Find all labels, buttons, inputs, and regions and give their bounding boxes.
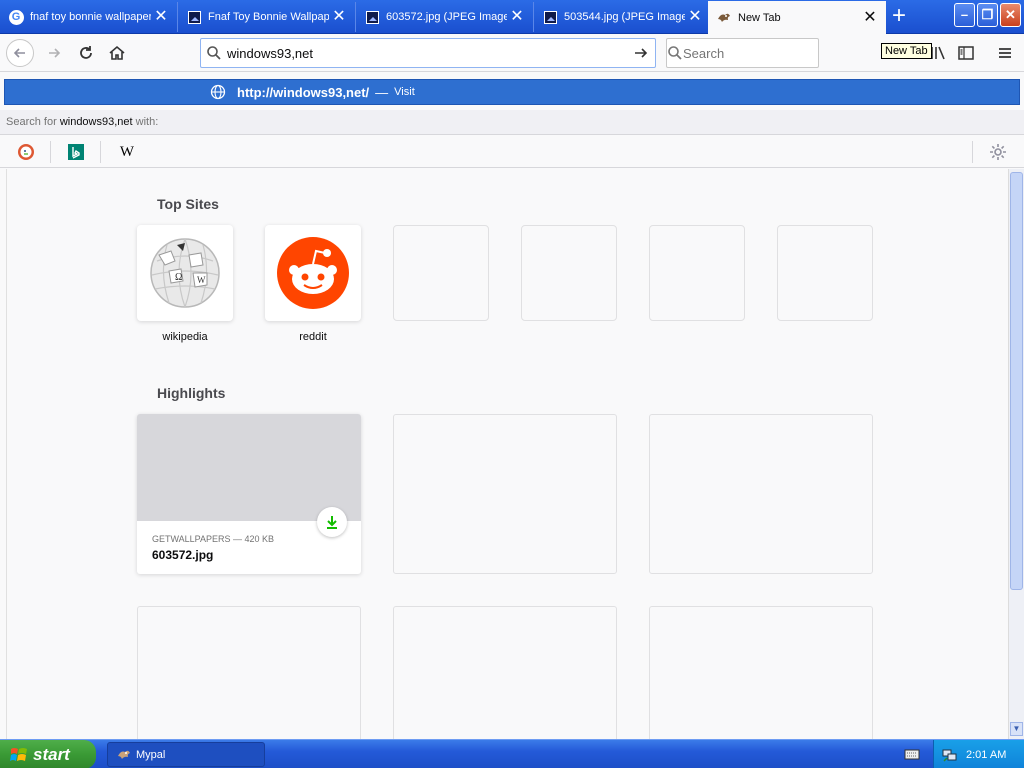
tab-strip: G fnaf toy bonnie wallpaper ✕ Fnaf Toy B… [0, 0, 1024, 34]
mypal-icon [716, 10, 732, 26]
taskbar-item-mypal[interactable]: Mypal [107, 742, 265, 767]
keyboard-icon[interactable] [904, 746, 920, 762]
clock[interactable]: 2:01 AM [966, 749, 1006, 761]
url-suggestion-row[interactable]: http://windows93,net/ — Visit [4, 79, 1020, 105]
search-input[interactable] [683, 45, 859, 61]
reload-button[interactable] [72, 39, 100, 67]
search-for-header: Search for windows93,net with: [0, 110, 1024, 135]
image-icon [364, 9, 380, 25]
arrow-left-icon [13, 48, 25, 58]
google-icon: G [8, 9, 24, 25]
highlight-source: GETWALLPAPERS — 420 KB [152, 534, 275, 544]
navigation-toolbar [0, 34, 1024, 72]
highlights-title: Highlights [157, 385, 226, 401]
tab-image-603572[interactable]: 603572.jpg (JPEG Image ✕ [356, 2, 534, 32]
suggestion-action: Visit [394, 86, 415, 98]
image-icon [186, 9, 202, 25]
one-off-search-engines: W [0, 136, 1024, 168]
top-site-tile-empty[interactable] [521, 225, 617, 321]
forward-button[interactable] [40, 39, 68, 67]
highlight-card[interactable]: GETWALLPAPERS — 420 KB 603572.jpg [137, 414, 361, 574]
highlight-card-empty[interactable] [393, 414, 617, 574]
engine-divider [50, 141, 51, 163]
close-icon[interactable]: ✕ [329, 7, 349, 27]
search-for-query: windows93,net [59, 116, 133, 128]
svg-text:W: W [197, 275, 206, 285]
system-tray: 2:01 AM [933, 740, 1024, 768]
browser-window: G fnaf toy bonnie wallpaper ✕ Fnaf Toy B… [0, 0, 1024, 768]
close-icon[interactable]: ✕ [507, 7, 527, 27]
mypal-icon [118, 750, 130, 759]
suggestion-url: http://windows93,net/ [237, 84, 370, 100]
top-site-tile-reddit[interactable] [265, 225, 361, 321]
tab-title: Fnaf Toy Bonnie Wallpaper [208, 11, 329, 23]
bing-icon[interactable] [66, 142, 86, 162]
wikipedia-globe-icon: Ω W [150, 238, 220, 308]
taskbar-item-label: Mypal [136, 748, 166, 761]
search-icon [667, 45, 683, 61]
new-tab-button[interactable]: + [884, 2, 914, 32]
globe-icon [209, 83, 227, 101]
search-for-prefix: Search for [6, 116, 60, 128]
windows-logo-icon [10, 747, 27, 761]
tab-wallpaper-page[interactable]: Fnaf Toy Bonnie Wallpaper ✕ [178, 2, 356, 32]
top-site-label: reddit [299, 331, 327, 343]
tab-image-503544[interactable]: 503544.jpg (JPEG Image ✕ [534, 2, 712, 32]
engine-divider [100, 141, 101, 163]
duckduckgo-icon[interactable] [16, 142, 36, 162]
home-icon [109, 45, 125, 60]
home-button[interactable] [103, 39, 131, 67]
go-arrow-icon[interactable] [627, 45, 655, 61]
close-window-button[interactable]: ✕ [1000, 3, 1021, 27]
search-icon [201, 45, 227, 61]
top-sites-title: Top Sites [157, 196, 219, 212]
wikipedia-icon[interactable]: W [117, 142, 137, 162]
start-button[interactable]: start [0, 740, 96, 768]
suggestion-separator: — [375, 84, 389, 100]
close-icon[interactable]: ✕ [685, 7, 705, 27]
search-bar[interactable] [666, 38, 859, 68]
vertical-scrollbar[interactable]: ▼ [1008, 169, 1024, 739]
gear-icon[interactable] [988, 142, 1008, 162]
close-icon[interactable]: ✕ [860, 8, 880, 28]
url-input[interactable] [227, 45, 627, 61]
search-for-suffix: with: [132, 116, 159, 128]
hamburger-menu-icon[interactable] [995, 43, 1015, 63]
reload-icon [80, 46, 92, 59]
top-site-label: wikipedia [162, 331, 208, 343]
tab-new-tab[interactable]: New Tab ✕ [708, 1, 886, 34]
tab-title: 603572.jpg (JPEG Image [386, 11, 507, 23]
close-icon[interactable]: ✕ [151, 7, 171, 27]
sidebar-icon[interactable] [956, 43, 976, 63]
restore-button[interactable]: ❐ [977, 3, 998, 27]
top-site-tile-wikipedia[interactable]: Ω W [137, 225, 233, 321]
top-site-tile-empty[interactable] [777, 225, 873, 321]
tab-google-search[interactable]: G fnaf toy bonnie wallpaper ✕ [0, 2, 178, 32]
highlight-card-empty[interactable] [649, 414, 873, 574]
network-icon[interactable] [942, 747, 958, 763]
download-icon [317, 507, 347, 537]
start-label: start [33, 744, 70, 764]
url-bar[interactable] [200, 38, 656, 68]
windows-taskbar: start Mypal 2:01 AM [0, 739, 1024, 768]
svg-text:Ω: Ω [175, 272, 182, 283]
tab-title: New Tab [738, 11, 781, 24]
highlight-thumbnail [137, 414, 361, 521]
image-icon [542, 9, 558, 25]
new-tab-tooltip: New Tab [881, 43, 932, 59]
top-site-tile-empty[interactable] [393, 225, 489, 321]
reddit-icon [277, 237, 349, 309]
new-tab-page: Top Sites Ω W wikipedia reddit Highlight… [6, 169, 1008, 766]
scroll-down-arrow-icon[interactable]: ▼ [1010, 722, 1023, 736]
scrollbar-thumb[interactable] [1010, 172, 1023, 590]
tab-title: fnaf toy bonnie wallpaper [30, 11, 151, 23]
minimize-button[interactable]: – [954, 3, 975, 27]
tab-title: 503544.jpg (JPEG Image [564, 11, 685, 23]
engine-divider [972, 141, 973, 163]
arrow-right-icon [49, 48, 61, 58]
back-button[interactable] [6, 39, 34, 67]
top-site-tile-empty[interactable] [649, 225, 745, 321]
highlight-filename: 603572.jpg [152, 548, 214, 562]
